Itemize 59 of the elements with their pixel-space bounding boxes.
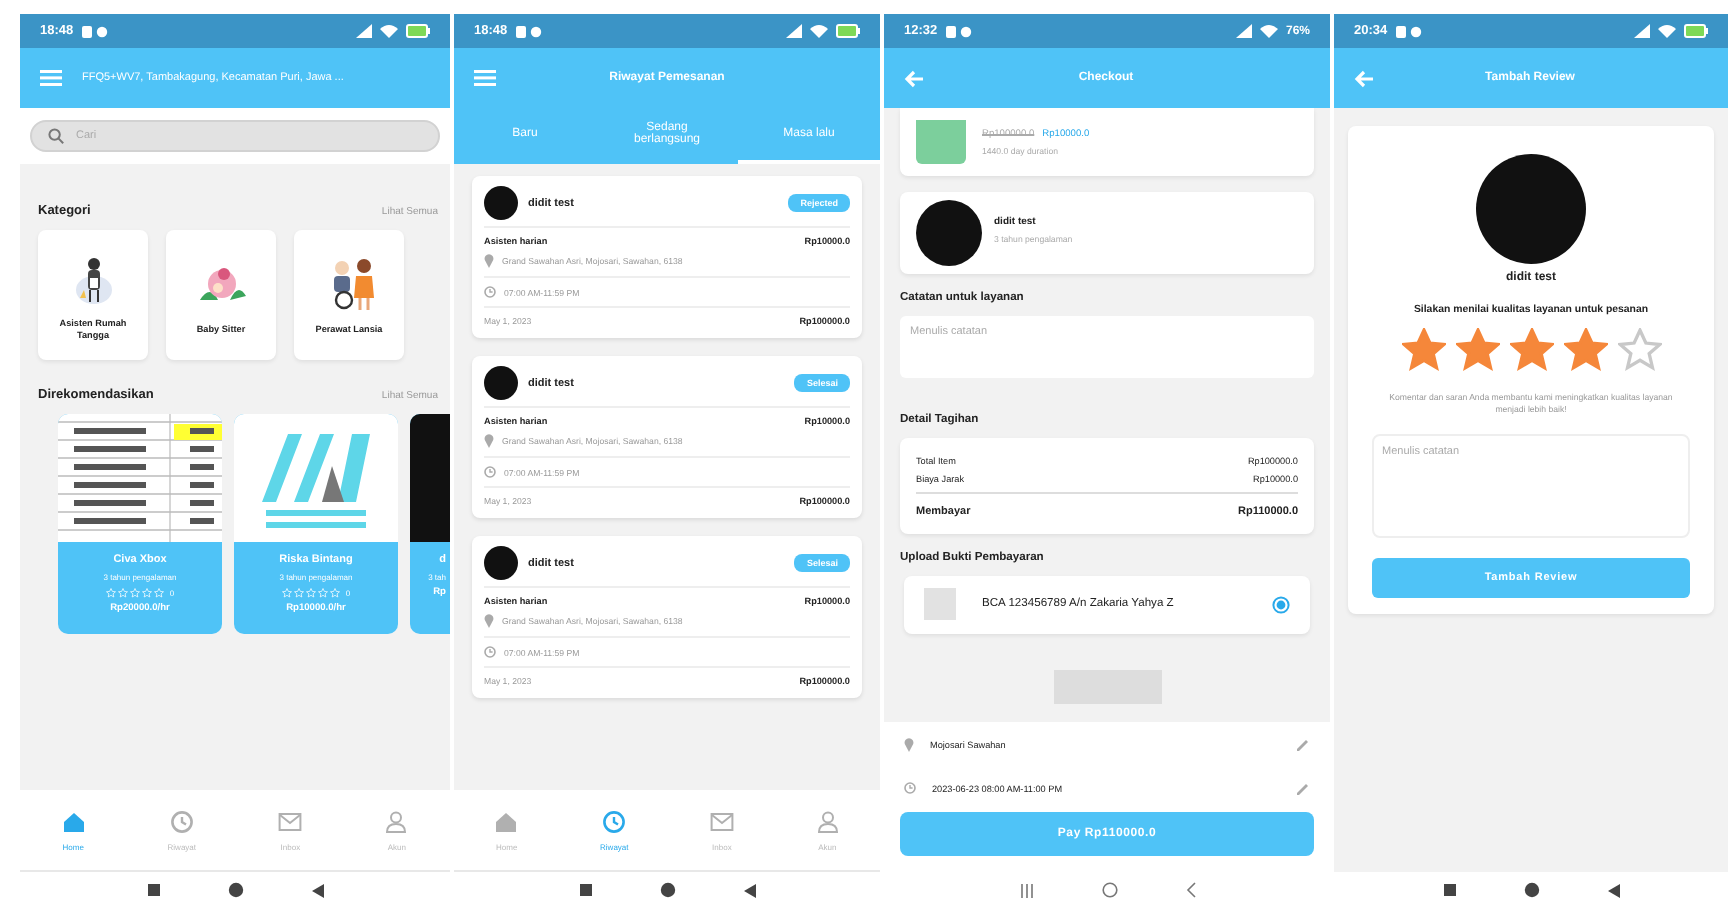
avatar xyxy=(484,366,518,400)
signal-icon xyxy=(1235,24,1252,38)
home-icon xyxy=(61,809,86,833)
battery-icon xyxy=(406,24,430,38)
clock-icon xyxy=(484,286,496,298)
clock-icon xyxy=(169,809,194,833)
notification-icon xyxy=(1395,25,1424,37)
home-circle-icon[interactable] xyxy=(1101,882,1117,898)
star-icon xyxy=(1509,328,1553,372)
wifi-icon xyxy=(380,24,398,38)
notification-icon xyxy=(515,25,544,37)
square-icon[interactable] xyxy=(579,884,591,896)
clock-icon xyxy=(904,782,916,794)
star-icon xyxy=(1401,328,1445,372)
avatar xyxy=(484,186,518,220)
pin-icon xyxy=(484,434,494,448)
person-icon xyxy=(384,809,409,833)
signal-icon xyxy=(1634,24,1650,38)
person-icon xyxy=(815,809,840,833)
recent-apps-icon[interactable] xyxy=(1019,883,1033,897)
home-circle-icon[interactable] xyxy=(659,882,675,898)
pin-icon xyxy=(484,254,494,268)
home-circle-icon[interactable] xyxy=(1523,882,1539,898)
wifi-icon xyxy=(1658,24,1676,38)
back-triangle-icon[interactable] xyxy=(1607,883,1619,897)
star-icon xyxy=(1563,328,1607,372)
bank-logo-placeholder xyxy=(924,588,956,620)
radio-button[interactable] xyxy=(1272,595,1290,613)
notification-icon xyxy=(81,25,110,37)
battery-icon xyxy=(1684,24,1708,38)
mail-icon xyxy=(709,809,734,833)
wifi-icon xyxy=(1259,24,1278,38)
pencil-icon[interactable] xyxy=(1296,737,1310,751)
pin-icon xyxy=(484,614,494,628)
signal-icon xyxy=(786,24,802,38)
pin-icon xyxy=(904,737,914,751)
product-image xyxy=(916,120,966,164)
square-icon[interactable] xyxy=(1443,884,1455,896)
battery-icon xyxy=(836,24,860,38)
clock-icon xyxy=(602,809,627,833)
star-icon xyxy=(1455,328,1499,372)
avatar xyxy=(484,546,518,580)
signal-icon xyxy=(356,24,372,38)
home-circle-icon[interactable] xyxy=(227,882,243,898)
square-icon[interactable] xyxy=(147,884,159,896)
back-chevron-icon[interactable] xyxy=(1185,882,1195,898)
wifi-icon xyxy=(810,24,828,38)
clock-icon xyxy=(484,646,496,658)
search-icon xyxy=(48,128,64,144)
mail-icon xyxy=(278,809,303,833)
star-icon xyxy=(1617,328,1661,372)
star-rating[interactable] xyxy=(1401,328,1661,372)
notification-icon xyxy=(945,25,974,37)
back-triangle-icon[interactable] xyxy=(311,883,323,897)
avatar xyxy=(916,200,982,266)
pencil-icon[interactable] xyxy=(1296,781,1310,795)
clock-icon xyxy=(484,466,496,478)
back-triangle-icon[interactable] xyxy=(743,883,755,897)
home-icon xyxy=(494,809,519,833)
